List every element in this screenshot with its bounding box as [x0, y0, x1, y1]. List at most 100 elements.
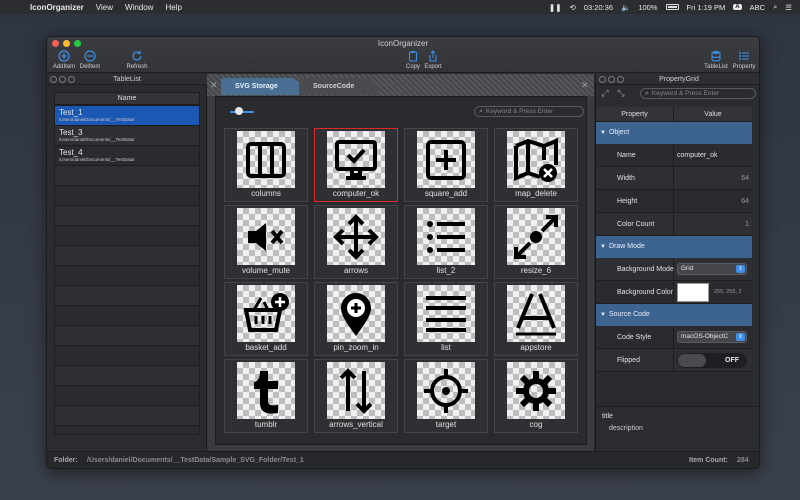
table-row[interactable]: [55, 326, 199, 346]
tab-strip: ✕ SVG Storage SourceCode ✕: [207, 74, 594, 96]
row-path: /Users/daniel/Documents/__TestData/: [59, 157, 135, 162]
panel-zoom-button[interactable]: [617, 76, 624, 83]
columns-icon: [237, 131, 295, 188]
icon-search-input[interactable]: [485, 108, 579, 115]
value-column-header: Value: [704, 111, 722, 118]
property-search-input[interactable]: [651, 90, 751, 97]
code-style-select[interactable]: macOS-ObjectC ⇕: [677, 331, 747, 343]
table-row[interactable]: [55, 246, 199, 266]
icon-cell-resize-6[interactable]: resize_6: [494, 205, 578, 279]
resize-6-icon: [507, 208, 565, 265]
icon-cell-computer-ok[interactable]: computer_ok: [314, 128, 398, 202]
property-toggle-button[interactable]: Property: [729, 49, 759, 70]
disclosure-triangle-icon[interactable]: ▼: [600, 236, 606, 258]
tab-sourcecode[interactable]: SourceCode: [299, 78, 379, 95]
window-title: IconOrganizer: [377, 39, 429, 48]
icon-search[interactable]: ⌕: [474, 106, 584, 117]
icon-cell-arrows-vertical[interactable]: arrows_vertical: [314, 359, 398, 433]
timer-icon[interactable]: ⟲: [570, 3, 576, 12]
panel-minimize-button[interactable]: [608, 76, 615, 83]
tab-svg-storage[interactable]: SVG Storage: [221, 78, 303, 95]
panel-minimize-button[interactable]: [59, 76, 66, 83]
table-row[interactable]: Test_1/Users/daniel/Documents/__TestData…: [55, 106, 199, 126]
icon-cell-columns[interactable]: columns: [224, 128, 308, 202]
menu-help[interactable]: Help: [165, 3, 181, 12]
pause-icon[interactable]: ❚❚: [549, 3, 562, 12]
icon-size-slider[interactable]: [230, 107, 254, 117]
menubar-datetime[interactable]: Fri 1:19 PM: [687, 3, 726, 12]
export-button[interactable]: Export: [418, 49, 448, 70]
property-search[interactable]: ⌕: [640, 88, 756, 99]
input-source-badge[interactable]: A: [733, 4, 742, 10]
icon-cell-cog[interactable]: cog: [494, 359, 578, 433]
icon-cell-arrows[interactable]: arrows: [314, 205, 398, 279]
status-area: ❚❚ ⟲ 03:20:36 🔈 100% Fri 1:19 PM A ABC ⌕…: [549, 2, 792, 12]
collapse-all-icon[interactable]: ⤡: [616, 88, 626, 98]
tab-close-right-icon[interactable]: ✕: [581, 80, 589, 91]
icon-cell-list[interactable]: list: [404, 282, 488, 356]
center-panel: ✕ SVG Storage SourceCode ✕ ⌕ columns comp…: [207, 74, 594, 451]
icon-caption: resize_6: [520, 266, 552, 275]
row-name: Test_4: [59, 148, 83, 157]
tablelist-toggle-button[interactable]: TableList: [701, 49, 731, 70]
table-row[interactable]: Test_4/Users/daniel/Documents/__TestData…: [55, 146, 199, 166]
icon-cell-square-add[interactable]: square_add: [404, 128, 488, 202]
icon-cell-list-2[interactable]: list_2: [404, 205, 488, 279]
property-row-width: Width 64: [596, 167, 752, 190]
chevron-updown-icon: ⇕: [736, 265, 745, 273]
property-row-height: Height 64: [596, 190, 752, 213]
disclosure-triangle-icon[interactable]: ▼: [600, 304, 606, 326]
background-mode-select[interactable]: Grid ⇕: [677, 263, 747, 275]
icon-cell-basket-add[interactable]: basket_add: [224, 282, 308, 356]
property-name-value[interactable]: computer_ok: [674, 144, 752, 166]
clock-time[interactable]: 03:20:36: [584, 3, 613, 12]
control-center-icon[interactable]: ☰: [785, 3, 792, 12]
menu-view[interactable]: View: [96, 3, 113, 12]
background-color-swatch[interactable]: [677, 283, 709, 302]
flipped-toggle[interactable]: OFF: [677, 353, 747, 368]
icon-cell-tumblr[interactable]: tumblr: [224, 359, 308, 433]
table-row[interactable]: [55, 206, 199, 226]
table-row[interactable]: [55, 266, 199, 286]
table-row[interactable]: [55, 166, 199, 186]
table-row[interactable]: [55, 366, 199, 386]
name-column-header[interactable]: Name: [54, 92, 200, 105]
refresh-button[interactable]: Refresh: [122, 49, 152, 70]
battery-percent[interactable]: 100%: [638, 3, 657, 12]
expand-all-icon[interactable]: ⤢: [600, 88, 610, 98]
del-item-button[interactable]: DelItem: [75, 49, 105, 70]
object-section[interactable]: ▼ Object: [596, 122, 752, 144]
disclosure-triangle-icon[interactable]: ▼: [600, 122, 606, 144]
menu-bar: IconOrganizer View Window Help ❚❚ ⟲ 03:2…: [0, 0, 800, 14]
menu-window[interactable]: Window: [125, 3, 153, 12]
table-row[interactable]: Test_3/Users/daniel/Documents/__TestData…: [55, 126, 199, 146]
icon-cell-appstore[interactable]: appstore: [494, 282, 578, 356]
export-label: Export: [424, 64, 442, 70]
volume-icon[interactable]: 🔈: [621, 3, 630, 12]
battery-icon[interactable]: [665, 4, 679, 10]
panel-close-button[interactable]: [599, 76, 606, 83]
table-row[interactable]: [55, 286, 199, 306]
draw-mode-section[interactable]: ▼ Draw Mode: [596, 236, 752, 258]
tab-close-left-icon[interactable]: ✕: [210, 80, 218, 91]
table-row[interactable]: [55, 406, 199, 426]
input-source-label[interactable]: ABC: [750, 3, 765, 12]
icon-cell-map-delete[interactable]: map_delete: [494, 128, 578, 202]
propertygrid-title: PropertyGrid: [659, 76, 699, 83]
panel-close-button[interactable]: [50, 76, 57, 83]
slider-knob[interactable]: [234, 107, 243, 115]
table-row[interactable]: [55, 346, 199, 366]
icon-caption: list: [441, 343, 451, 352]
table-row[interactable]: [55, 226, 199, 246]
table-row[interactable]: [55, 306, 199, 326]
icon-cell-volume-mute[interactable]: volume_mute: [224, 205, 308, 279]
menu-app-name[interactable]: IconOrganizer: [30, 3, 84, 12]
source-code-section[interactable]: ▼ Source Code: [596, 304, 752, 326]
icon-cell-pin-zoom-in[interactable]: pin_zoom_in: [314, 282, 398, 356]
table-row[interactable]: [55, 186, 199, 206]
icon-cell-target[interactable]: target: [404, 359, 488, 433]
table-row[interactable]: [55, 386, 199, 406]
panel-zoom-button[interactable]: [68, 76, 75, 83]
refresh-icon: [130, 49, 144, 63]
spotlight-icon[interactable]: ⌕: [773, 2, 777, 12]
